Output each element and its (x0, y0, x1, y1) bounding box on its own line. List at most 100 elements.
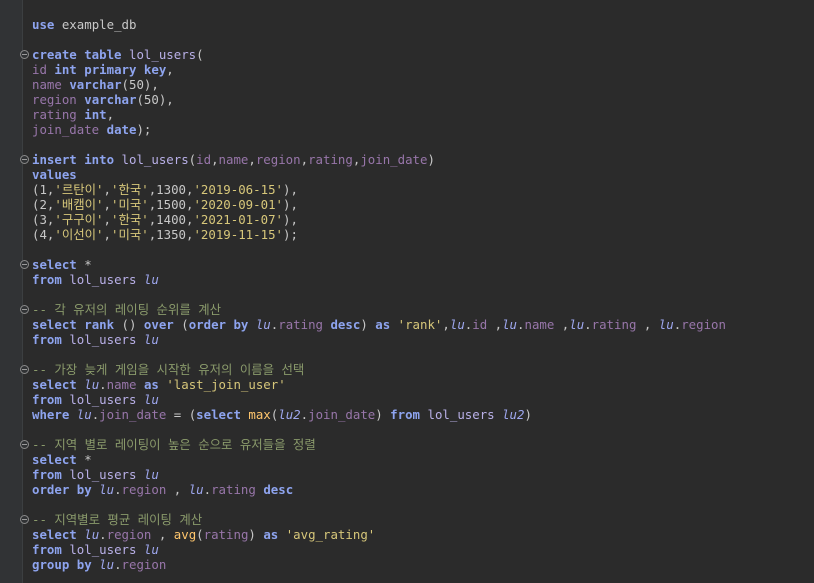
code-token: from (32, 542, 62, 557)
code-token: lu (143, 392, 159, 407)
code-line[interactable]: -- 가장 늦게 게임을 시작한 유저의 이름을 선택 (20, 362, 814, 377)
code-line[interactable]: select * (32, 452, 814, 467)
code-line[interactable]: from lol_users lu (32, 272, 814, 287)
code-line[interactable]: use example_db (32, 17, 814, 32)
fold-marker-icon[interactable] (20, 440, 29, 449)
code-token: select (32, 317, 77, 332)
code-token: join_date (308, 407, 376, 422)
code-line[interactable] (32, 137, 814, 152)
code-line[interactable]: -- 지역별로 평균 레이팅 계산 (20, 512, 814, 527)
code-line[interactable]: select lu.name as 'last_join_user' (32, 377, 814, 392)
code-line[interactable]: id int primary key, (32, 62, 814, 77)
code-token: lol_users (121, 152, 189, 167)
code-token: region (121, 482, 167, 497)
code-token: values (32, 167, 77, 182)
code-token: , (248, 152, 256, 167)
code-line[interactable]: from lol_users lu (32, 467, 814, 482)
code-token: * (76, 257, 92, 272)
code-token: (50), (136, 92, 174, 107)
code-token: . (99, 377, 107, 392)
code-line[interactable] (32, 347, 814, 362)
code-token: rating (203, 527, 249, 542)
code-token: , (166, 62, 174, 77)
code-token: ); (283, 227, 298, 242)
code-token: , (106, 107, 115, 122)
code-token: id (196, 152, 212, 167)
fold-marker-icon[interactable] (20, 305, 29, 314)
code-token: . (99, 527, 107, 542)
code-line[interactable]: (2,'배캠이','미국',1500,'2020-09-01'), (32, 197, 814, 212)
code-token: region (106, 527, 152, 542)
code-token: (50), (121, 77, 159, 92)
code-token: , (103, 182, 111, 197)
code-token: use (32, 17, 55, 32)
code-line[interactable]: insert into lol_users(id,name,region,rat… (20, 152, 814, 167)
code-token: lu (143, 467, 159, 482)
code-token: . (114, 557, 122, 572)
code-token: where (32, 407, 70, 422)
code-line[interactable] (32, 422, 814, 437)
code-token: as (263, 527, 279, 542)
code-token: rating (32, 107, 77, 122)
fold-marker-icon[interactable] (20, 50, 29, 59)
code-token: from (32, 467, 62, 482)
code-line[interactable]: order by lu.region , lu.rating desc (32, 482, 814, 497)
code-line[interactable]: select rank () over (order by lu.rating … (32, 317, 814, 332)
fold-marker-icon[interactable] (20, 515, 29, 524)
code-line[interactable]: join_date date); (32, 122, 814, 137)
code-token: ) (375, 407, 391, 422)
code-line[interactable]: group by lu.region (32, 557, 814, 572)
code-token: , (103, 227, 111, 242)
code-line[interactable]: from lol_users lu (32, 392, 814, 407)
fold-marker-icon[interactable] (20, 365, 29, 374)
code-line[interactable]: -- 각 유저의 레이팅 순위를 계산 (20, 302, 814, 317)
code-token: lu (76, 407, 92, 422)
code-token: , (554, 317, 570, 332)
code-line[interactable]: (1,'르탄이','한국',1300,'2019-06-15'), (32, 182, 814, 197)
code-token: , (636, 317, 659, 332)
code-area[interactable]: use example_dbcreate table lol_users(id … (20, 17, 814, 572)
code-token: from (32, 392, 62, 407)
code-token: lu (143, 272, 159, 287)
code-line[interactable]: from lol_users lu (32, 332, 814, 347)
code-line[interactable] (32, 32, 814, 47)
code-token: , (487, 317, 503, 332)
code-line[interactable]: values (32, 167, 814, 182)
code-token: '배캠이' (54, 197, 104, 212)
code-line[interactable] (32, 497, 814, 512)
sql-editor[interactable]: use example_dbcreate table lol_users(id … (0, 0, 814, 583)
code-token: join_date (32, 122, 100, 137)
code-line[interactable]: select * (20, 257, 814, 272)
code-token: order by (32, 482, 92, 497)
code-token: example_db (54, 17, 137, 32)
code-line[interactable] (32, 287, 814, 302)
code-token: , (211, 152, 219, 167)
code-line[interactable]: where lu.join_date = (select max(lu2.joi… (32, 407, 814, 422)
code-line[interactable]: -- 지역 별로 레이팅이 높은 순으로 유저들을 정렬 (20, 437, 814, 452)
fold-marker-icon[interactable] (20, 260, 29, 269)
code-token: lol_users (69, 392, 137, 407)
code-line[interactable]: from lol_users lu (32, 542, 814, 557)
code-line[interactable]: create table lol_users( (20, 47, 814, 62)
code-token: -- 지역 별로 레이팅이 높은 순으로 유저들을 정렬 (32, 437, 316, 452)
code-line[interactable]: region varchar(50), (32, 92, 814, 107)
fold-marker-icon[interactable] (20, 155, 29, 164)
code-token: from (32, 332, 62, 347)
code-token: '한국' (110, 182, 149, 197)
code-line[interactable]: rating int, (32, 107, 814, 122)
code-line[interactable]: (4,'이선이','미국',1350,'2019-11-15'); (32, 227, 814, 242)
code-token: ) (524, 407, 532, 422)
code-line[interactable] (32, 242, 814, 257)
code-token: '2019-11-15' (193, 227, 283, 242)
code-line[interactable]: name varchar(50), (32, 77, 814, 92)
code-line[interactable]: (3,'구구이','한국',1400,'2021-01-07'), (32, 212, 814, 227)
code-token: lu (99, 557, 115, 572)
code-token: -- 각 유저의 레이팅 순위를 계산 (32, 302, 222, 317)
code-line[interactable]: select lu.region , avg(rating) as 'avg_r… (32, 527, 814, 542)
code-token: rating (211, 482, 256, 497)
editor-gutter[interactable] (0, 0, 22, 583)
